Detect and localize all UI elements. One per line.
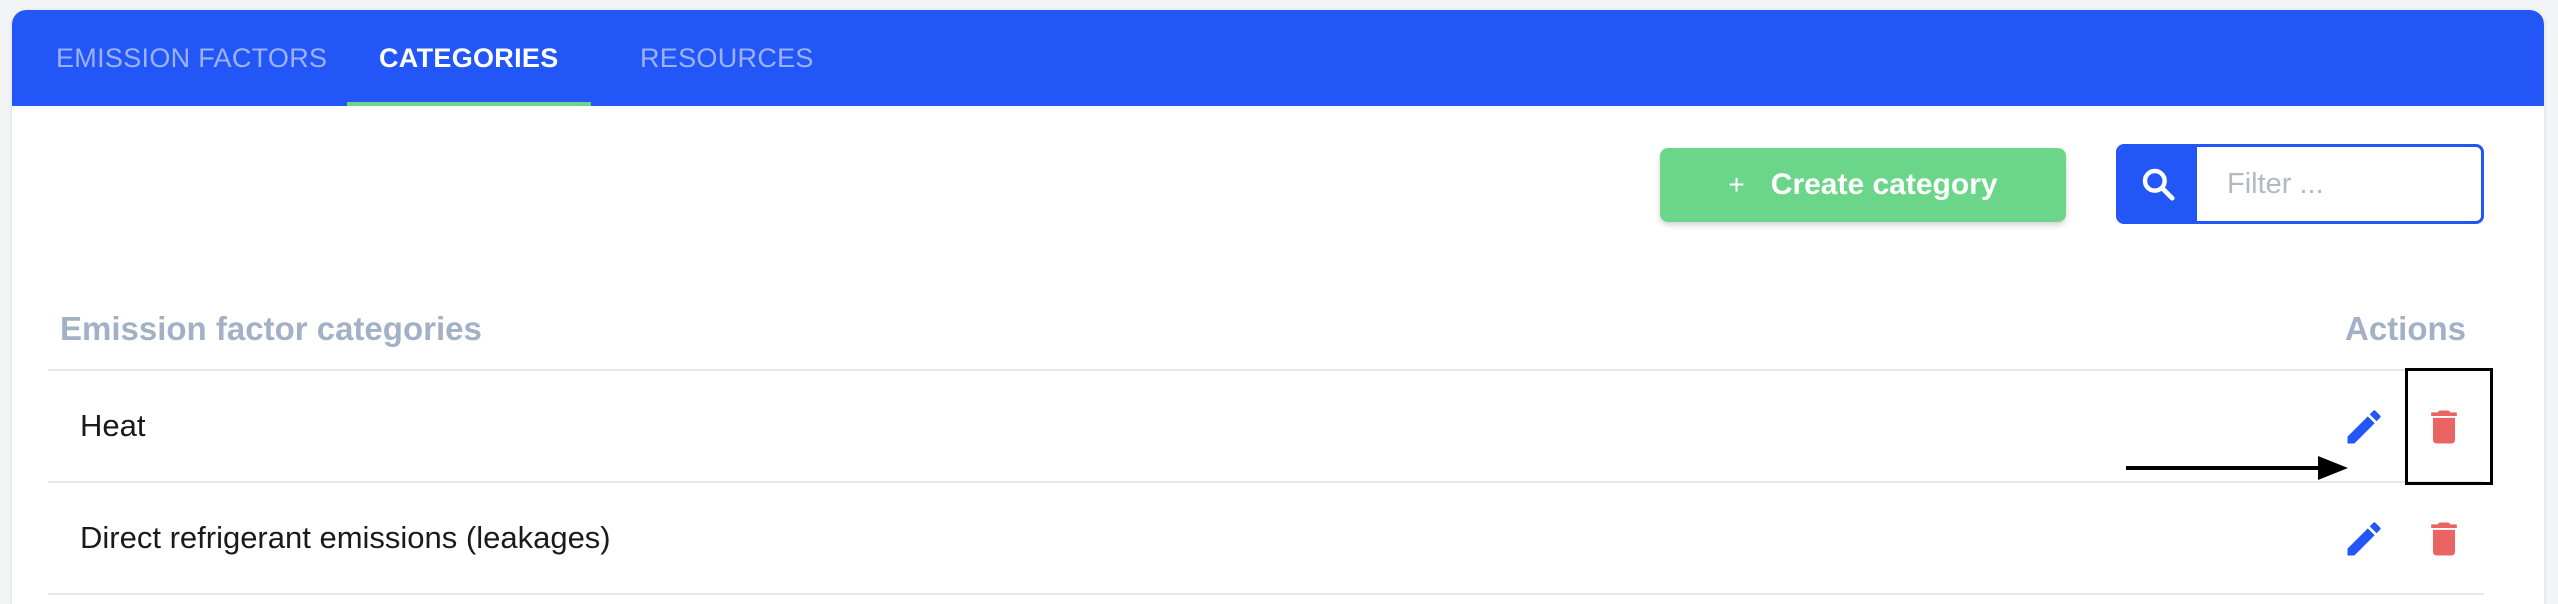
trash-icon xyxy=(2431,522,2457,556)
create-category-label: Create category xyxy=(1770,168,1998,201)
create-category-button[interactable]: + Create category xyxy=(1660,148,2066,222)
tab-bar: EMISSION FACTORS CATEGORIES RESOURCES xyxy=(12,10,2544,106)
annotation-highlight-box xyxy=(2405,368,2493,485)
plus-icon: + xyxy=(1728,169,1745,200)
filter-search xyxy=(2116,144,2484,224)
annotation-arrow-line xyxy=(2126,466,2326,470)
filter-input[interactable] xyxy=(2197,147,2481,221)
tab-emission-factors[interactable]: EMISSION FACTORS xyxy=(24,10,359,106)
search-icon xyxy=(2142,168,2175,201)
table-row: Direct refrigerant emissions (leakages) xyxy=(48,481,2484,593)
column-header-categories: Emission factor categories xyxy=(60,310,482,347)
tab-resources[interactable]: RESOURCES xyxy=(608,10,846,106)
edit-button[interactable] xyxy=(2338,401,2390,453)
category-name: Heat xyxy=(80,408,146,443)
column-header-actions: Actions xyxy=(2345,310,2467,347)
search-button[interactable] xyxy=(2119,147,2197,221)
table-row: Heat xyxy=(48,369,2484,481)
pencil-icon xyxy=(2347,522,2381,556)
category-name: Direct refrigerant emissions (leakages) xyxy=(80,520,611,555)
table-row-divider xyxy=(48,593,2484,604)
delete-button[interactable] xyxy=(2418,513,2470,565)
annotation-arrow-head xyxy=(2318,456,2348,480)
pencil-icon xyxy=(2347,410,2381,444)
tab-categories[interactable]: CATEGORIES xyxy=(347,10,591,106)
edit-button[interactable] xyxy=(2338,513,2390,565)
